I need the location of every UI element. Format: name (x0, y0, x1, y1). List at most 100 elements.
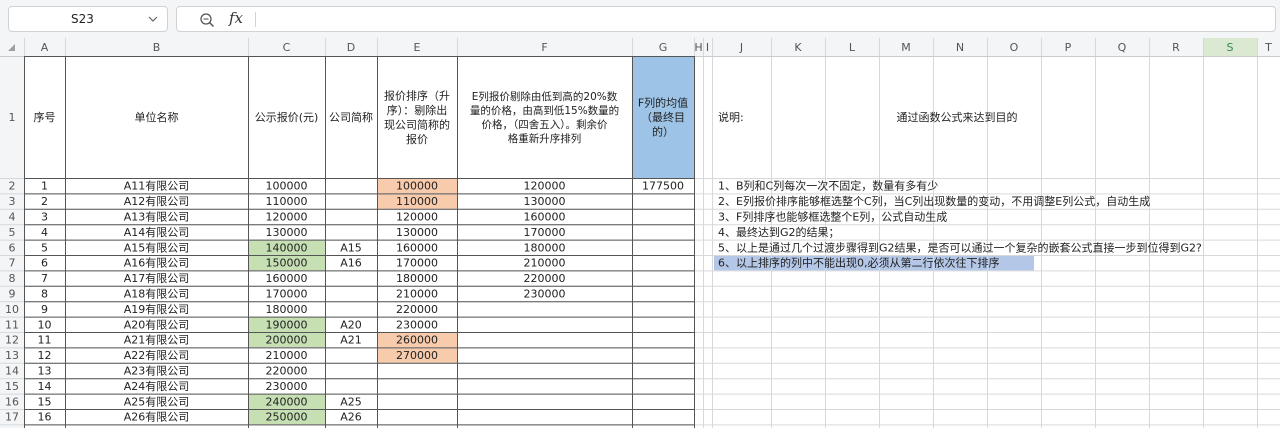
row-header: 17 (5, 411, 19, 424)
cell-sorted: 100000 (396, 180, 438, 193)
cell-company: A12有限公司 (124, 194, 190, 208)
cell-seq: 7 (41, 272, 48, 285)
cell-company: A16有限公司 (124, 256, 190, 270)
row-header: 2 (9, 180, 16, 193)
cell-trimmed: 230000 (524, 288, 566, 301)
cell-seq: 9 (41, 303, 48, 316)
note-line: 3、F列排序也能够框选整个E列，公式自动生成 (718, 210, 947, 224)
cell-company: A24有限公司 (124, 379, 190, 393)
cell-sorted: 170000 (396, 257, 438, 270)
column-header-n: N (956, 41, 964, 54)
sheet-canvas[interactable]: A B C D E F G H I J K L M N O P Q R S T12345678910111213141… (0, 38, 1280, 431)
cell-price: 130000 (266, 226, 308, 239)
cell-company: A11有限公司 (124, 179, 190, 193)
column-header-q: Q (1118, 41, 1127, 54)
cell-company: A20有限公司 (124, 317, 190, 331)
column-header-r: R (1172, 41, 1180, 54)
cell-seq: 14 (38, 380, 52, 393)
note-line: 4、最终达到G2的结果； (718, 225, 840, 239)
cell-seq: 15 (38, 395, 52, 408)
column-header-l: L (849, 41, 856, 54)
cell-price: 190000 (266, 318, 308, 331)
header-cell: 公司简称 (329, 110, 373, 124)
cell-price: 200000 (266, 334, 308, 347)
cell-seq: 2 (41, 195, 48, 208)
row-header: 11 (5, 318, 19, 331)
cell-price: 150000 (266, 257, 308, 270)
column-header-h: H (694, 41, 702, 54)
header-cell: 序号 (34, 110, 56, 124)
row-header: 4 (9, 211, 16, 224)
row-header: 6 (9, 241, 16, 254)
cell-abbr: A26 (340, 411, 362, 424)
header-cell: 公示报价(元) (255, 110, 319, 124)
cell-seq: 11 (38, 334, 52, 347)
fx-icon[interactable]: fx (229, 9, 243, 27)
cell-company: A26有限公司 (124, 410, 190, 424)
cell-seq: 1 (41, 180, 48, 193)
cell-company: A13有限公司 (124, 210, 190, 224)
note-title: 通过函数公式来达到目的 (897, 110, 1018, 124)
cell-price: 250000 (266, 411, 308, 424)
cell-sorted: 120000 (396, 211, 438, 224)
cell-company: A15有限公司 (124, 240, 190, 254)
column-header-k: K (794, 41, 802, 54)
header-cell: E列报价剔除由低到高的20%数 (472, 90, 618, 103)
row-header: 16 (5, 395, 19, 408)
cell-trimmed: 160000 (524, 211, 566, 224)
column-header-f: F (541, 41, 547, 54)
note-line: 5、以上是通过几个过渡步骤得到G2结果，是否可以通过一个复杂的嵌套公式直接一步到… (718, 240, 1202, 254)
divider (255, 12, 256, 27)
column-header-s: S (1227, 41, 1234, 54)
cell-company: A22有限公司 (124, 348, 190, 362)
header-cell: （最终目 (641, 110, 685, 124)
note-line: 6、以上排序的列中不能出现0,必须从第二行依次往下排序 (718, 256, 1000, 270)
column-header-t: T (1264, 41, 1272, 54)
cell-seq: 5 (41, 241, 48, 254)
column-header-p: P (1065, 41, 1072, 54)
cell-price: 100000 (266, 180, 308, 193)
header-cell: 现公司简称的 (384, 117, 450, 131)
cell-company: A23有限公司 (124, 364, 190, 378)
spreadsheet-grid[interactable]: A B C D E F G H I J K L M N O P Q R S T 1 2 3 4 5 6 7 8 9 10 11 12 13 14 1… (0, 38, 1280, 431)
column-header-e: E (414, 41, 421, 54)
cell-price: 210000 (266, 349, 308, 362)
row-header: 14 (5, 365, 19, 378)
formula-bar: fx (176, 6, 1276, 32)
row-header: 5 (9, 226, 16, 239)
cell-company: A18有限公司 (124, 287, 190, 301)
header-cell: 价格，（四舍五入）。剩余价 (482, 118, 608, 131)
cell-seq: 4 (41, 226, 48, 239)
cell-trimmed: 120000 (524, 180, 566, 193)
cell-price: 220000 (266, 365, 308, 378)
formula-input[interactable] (265, 9, 1269, 31)
header-cell: 序）：剔除出 (387, 103, 448, 117)
cell-abbr: A20 (340, 318, 362, 331)
cell-sorted: 210000 (396, 288, 438, 301)
cell-seq: 3 (41, 211, 48, 224)
name-box[interactable]: S23 (8, 6, 168, 32)
column-header-b: B (153, 41, 161, 54)
chevron-down-icon[interactable] (147, 13, 159, 25)
cell-sorted: 230000 (396, 318, 438, 331)
zoom-icon[interactable] (199, 12, 215, 28)
column-header-bar (0, 38, 1280, 56)
header-cell: 报价排序（升 (384, 88, 450, 102)
cell-mean: 177500 (642, 180, 684, 193)
cell-company: A19有限公司 (124, 302, 190, 316)
column-header-o: O (1010, 41, 1019, 54)
header-cell: 格重新升序排列 (508, 132, 582, 145)
note-line: 1、B列和C列每次一次不固定，数量有多有少 (718, 179, 938, 193)
column-header-i: I (706, 41, 709, 54)
cell-price: 140000 (266, 241, 308, 254)
row-header: 1 (9, 111, 16, 124)
row-header: 3 (9, 195, 16, 208)
cell-seq: 16 (38, 411, 52, 424)
cell-abbr: A21 (340, 334, 362, 347)
note-label: 说明: (718, 110, 744, 124)
cell-seq: 13 (38, 365, 52, 378)
row-header: 7 (9, 257, 16, 270)
cell-sorted: 180000 (396, 272, 438, 285)
cell-price: 240000 (266, 395, 308, 408)
cell-sorted: 260000 (396, 334, 438, 347)
